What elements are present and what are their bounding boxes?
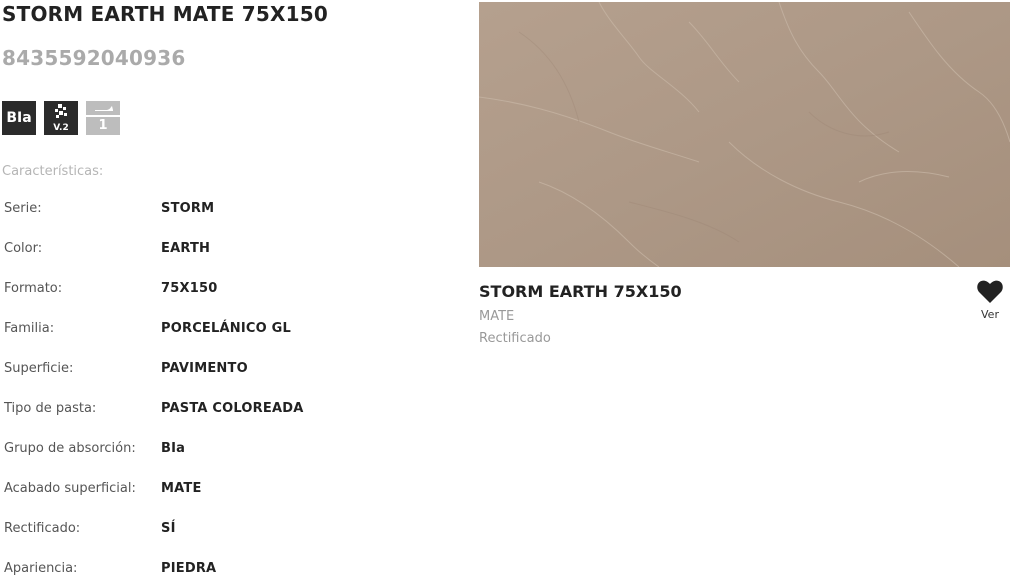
spec-value: BIa [161, 441, 186, 456]
variation-badge: V.2 [44, 101, 78, 135]
spec-row-familia: Familia: PORCELÁNICO GL [4, 321, 464, 341]
spec-value: 75X150 [161, 281, 218, 296]
spec-value: EARTH [161, 241, 211, 256]
shade-variation-icon [55, 104, 67, 118]
product-code: 8435592040936 [2, 46, 186, 70]
product-card-finish: MATE [479, 309, 515, 324]
spec-row-serie: Serie: STORM [4, 201, 464, 221]
spec-row-tipo-de-pasta: Tipo de pasta: PASTA COLOREADA [4, 401, 464, 421]
spec-label: Apariencia: [4, 561, 78, 576]
spec-value: MATE [161, 481, 202, 496]
spec-label: Superficie: [4, 361, 74, 376]
favorite-button[interactable]: Ver [973, 280, 1007, 328]
spec-row-formato: Formato: 75X150 [4, 281, 464, 301]
spec-value: PAVIMENTO [161, 361, 248, 376]
spec-label: Acabado superficial: [4, 481, 136, 496]
shoe-icon [95, 106, 113, 111]
product-card-name[interactable]: STORM EARTH 75X150 [479, 282, 682, 301]
traffic-level: 1 [86, 117, 120, 135]
product-detail-panel: STORM EARTH MATE 75X150 8435592040936 BI… [0, 0, 470, 581]
spec-value: PASTA COLOREADA [161, 401, 304, 416]
spec-value: STORM [161, 201, 215, 216]
spec-label: Grupo de absorción: [4, 441, 136, 456]
spec-label: Rectificado: [4, 521, 81, 536]
heart-icon [977, 280, 1003, 303]
spec-row-grupo-absorcion: Grupo de absorción: BIa [4, 441, 464, 461]
product-card-edge: Rectificado [479, 331, 551, 346]
spec-row-rectificado: Rectificado: SÍ [4, 521, 464, 541]
spec-row-color: Color: EARTH [4, 241, 464, 261]
features-heading: Características: [2, 164, 104, 179]
spec-value: PORCELÁNICO GL [161, 321, 291, 336]
spec-row-superficie: Superficie: PAVIMENTO [4, 361, 464, 381]
spec-label: Tipo de pasta: [4, 401, 97, 416]
spec-label: Formato: [4, 281, 63, 296]
favorite-label: Ver [981, 308, 999, 321]
absorption-badge: BIa [2, 101, 36, 135]
spec-label: Familia: [4, 321, 55, 336]
variation-label: V.2 [53, 123, 69, 133]
traffic-use-badge: 1 [86, 101, 120, 135]
spec-label: Color: [4, 241, 43, 256]
spec-value: SÍ [161, 521, 176, 536]
spec-label: Serie: [4, 201, 42, 216]
spec-value: PIEDRA [161, 561, 217, 576]
spec-row-apariencia: Apariencia: PIEDRA [4, 561, 464, 581]
spec-row-acabado: Acabado superficial: MATE [4, 481, 464, 501]
stone-texture [479, 2, 1010, 267]
product-title: STORM EARTH MATE 75X150 [2, 2, 328, 26]
tile-image[interactable] [479, 2, 1010, 267]
